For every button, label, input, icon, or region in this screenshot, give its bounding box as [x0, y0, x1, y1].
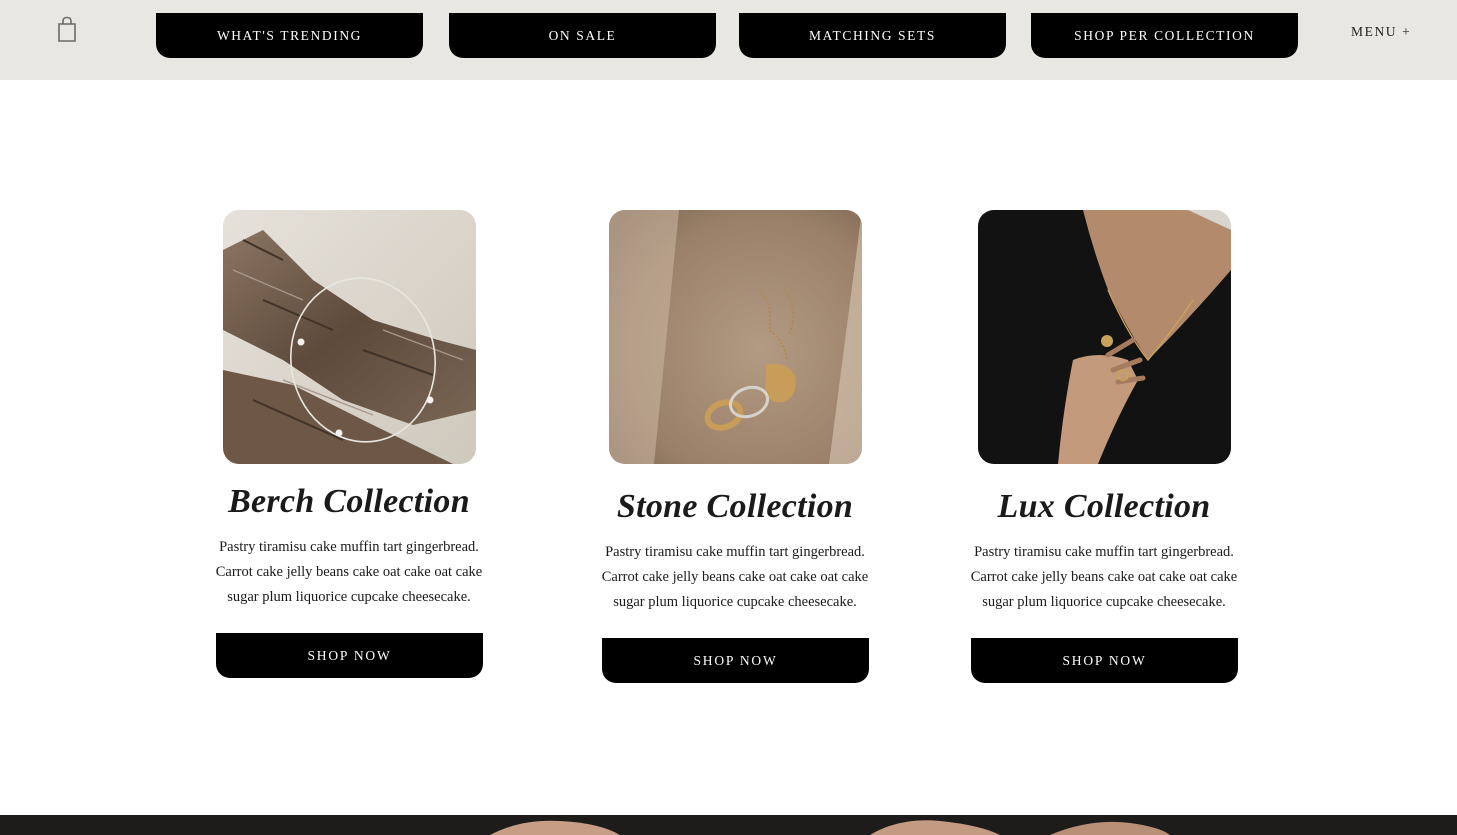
shopping-bag-icon[interactable] — [57, 16, 77, 42]
top-navigation-bar: WHAT'S TRENDING ON SALE MATCHING SETS SH… — [0, 0, 1457, 80]
menu-toggle[interactable]: MENU + — [1351, 24, 1411, 40]
collection-title: Lux Collection — [997, 488, 1211, 525]
shop-now-button[interactable]: SHOP NOW — [602, 638, 869, 683]
nav-matching-sets-button[interactable]: MATCHING SETS — [739, 13, 1006, 58]
shop-now-button[interactable]: SHOP NOW — [971, 638, 1238, 683]
driftwood-necklace-photo[interactable] — [223, 210, 476, 464]
hero-image-hands — [0, 815, 1457, 835]
stone-rings-photo[interactable] — [609, 210, 862, 464]
collection-title: Stone Collection — [616, 488, 854, 525]
collection-description: Pastry tiramisu cake muffin tart gingerb… — [970, 544, 1238, 610]
nav-shop-per-collection-button[interactable]: SHOP PER COLLECTION — [1031, 13, 1298, 58]
collection-description: Pastry tiramisu cake muffin tart gingerb… — [601, 544, 869, 610]
collection-description: Pastry tiramisu cake muffin tart gingerb… — [215, 539, 483, 605]
nav-on-sale-button[interactable]: ON SALE — [449, 13, 716, 58]
shop-now-button[interactable]: SHOP NOW — [216, 633, 483, 678]
nav-whats-trending-button[interactable]: WHAT'S TRENDING — [156, 13, 423, 58]
model-necklace-photo[interactable] — [978, 210, 1231, 464]
collection-title: Berch Collection — [228, 483, 470, 520]
